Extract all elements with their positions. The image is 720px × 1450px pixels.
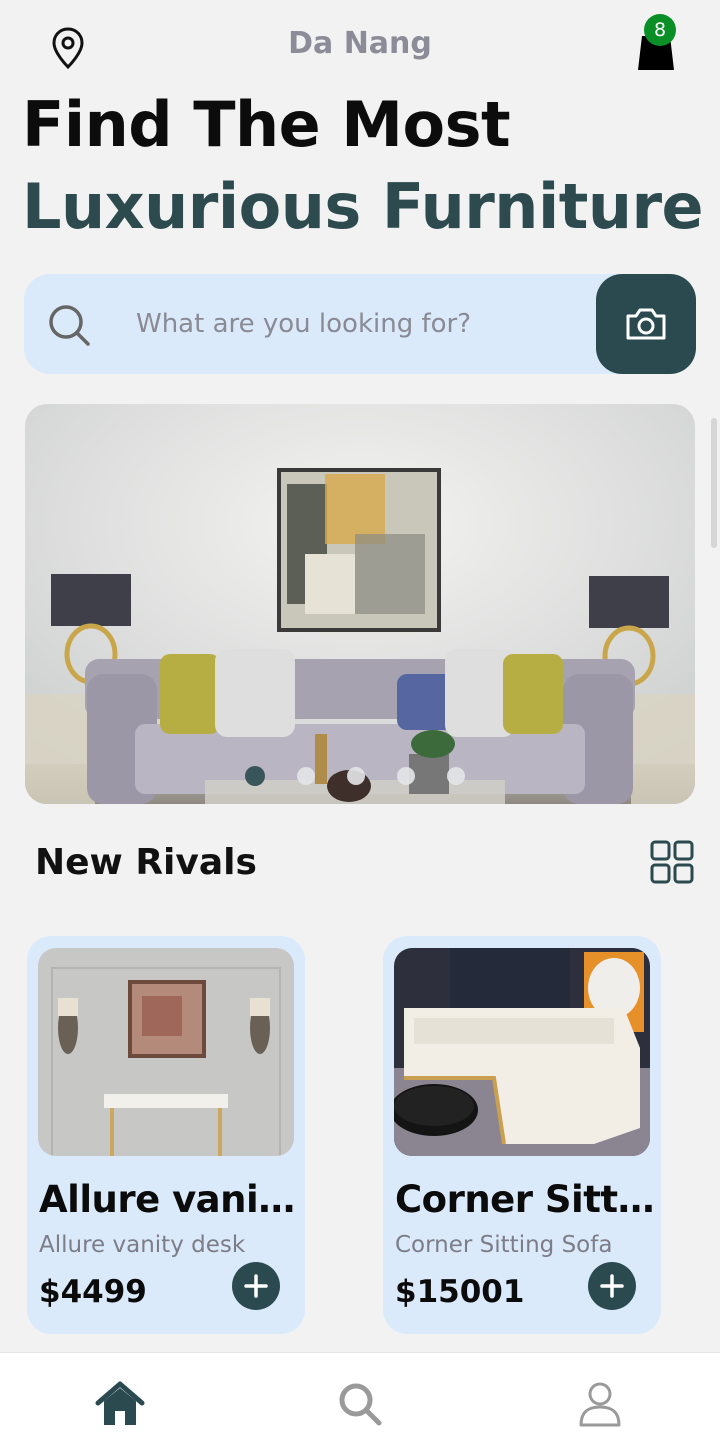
- banner-living-room-image: [25, 404, 695, 804]
- corner-sofa-image: [394, 948, 650, 1156]
- product-image[interactable]: [38, 948, 294, 1156]
- promo-banner-carousel[interactable]: [25, 404, 695, 804]
- add-to-cart-button[interactable]: [232, 1262, 280, 1310]
- add-to-cart-button[interactable]: [588, 1262, 636, 1310]
- carousel-dot[interactable]: [347, 767, 365, 785]
- product-subtitle: Corner Sitting Sofa: [395, 1232, 613, 1258]
- bottom-navigation: [0, 1352, 720, 1450]
- cart-count-badge: 8: [644, 14, 676, 46]
- nav-search[interactable]: [335, 1379, 385, 1429]
- search-bar[interactable]: [24, 274, 696, 374]
- product-title[interactable]: Corner Sitting Sofa: [395, 1178, 655, 1221]
- camera-icon: [626, 308, 666, 340]
- product-image[interactable]: [394, 948, 650, 1156]
- search-input[interactable]: [136, 302, 576, 346]
- nav-home[interactable]: [95, 1379, 145, 1429]
- product-card[interactable]: Allure vanity desk Allure vanity desk $4…: [27, 936, 305, 1334]
- vanity-desk-image: [38, 948, 294, 1156]
- city-name[interactable]: Da Nang: [0, 26, 720, 61]
- nav-profile[interactable]: [575, 1379, 625, 1429]
- scrollbar[interactable]: [711, 418, 717, 548]
- hero-title-line-1: Find The Most: [22, 88, 511, 161]
- carousel-dot[interactable]: [297, 767, 315, 785]
- product-price: $15001: [395, 1274, 525, 1310]
- carousel-dot[interactable]: [397, 767, 415, 785]
- search-icon: [339, 1383, 382, 1426]
- carousel-indicators: [245, 766, 465, 786]
- carousel-dot[interactable]: [447, 767, 465, 785]
- plus-icon: [244, 1274, 268, 1298]
- camera-search-button[interactable]: [596, 274, 696, 374]
- grid-view-icon[interactable]: [650, 840, 694, 884]
- section-title: New Rivals: [35, 842, 257, 883]
- product-card[interactable]: Corner Sitting Sofa Corner Sitting Sofa …: [383, 936, 661, 1334]
- carousel-dot[interactable]: [245, 766, 265, 786]
- product-subtitle: Allure vanity desk: [39, 1232, 246, 1258]
- plus-icon: [600, 1274, 624, 1298]
- home-icon: [95, 1381, 145, 1425]
- hero-title-line-2: Luxurious Furniture: [22, 170, 704, 243]
- cart-button[interactable]: 8: [630, 14, 682, 74]
- search-icon: [49, 305, 90, 346]
- product-title[interactable]: Allure vanity desk: [39, 1178, 299, 1221]
- product-price: $4499: [39, 1274, 147, 1310]
- profile-icon: [579, 1382, 621, 1427]
